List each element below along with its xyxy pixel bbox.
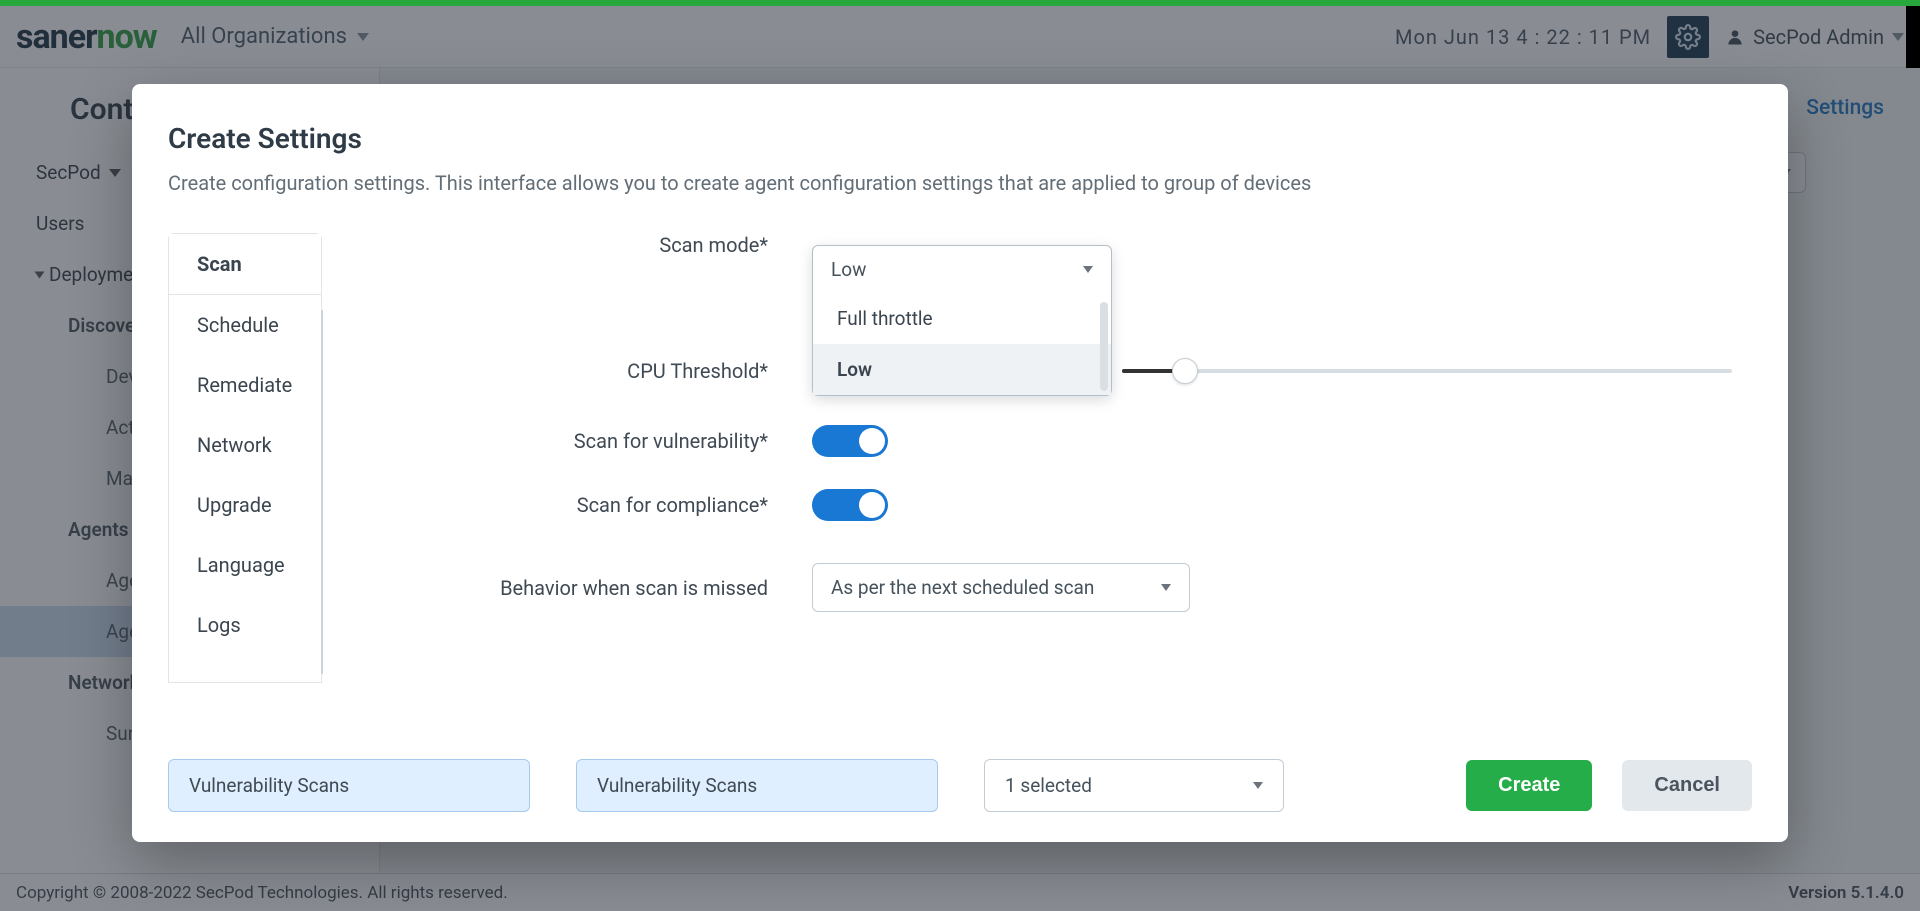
cancel-button[interactable]: Cancel xyxy=(1622,760,1752,811)
settings-name-input-2[interactable]: Vulnerability Scans xyxy=(576,759,938,812)
toggle-knob xyxy=(859,492,885,518)
scan-vuln-label: Scan for vulnerability* xyxy=(392,429,812,453)
dropdown-scrollbar[interactable] xyxy=(1100,302,1108,391)
chevron-down-icon xyxy=(1161,584,1171,591)
group-select[interactable]: 1 selected xyxy=(984,759,1284,812)
right-edge-strip xyxy=(1906,6,1920,68)
toggle-knob xyxy=(859,428,885,454)
slider-thumb[interactable] xyxy=(1172,358,1198,384)
behavior-label: Behavior when scan is missed xyxy=(392,576,812,600)
cpu-threshold-slider[interactable] xyxy=(1122,369,1732,373)
group-select-value: 1 selected xyxy=(1005,774,1092,797)
scan-mode-selected: Low xyxy=(831,258,866,281)
scan-vuln-toggle[interactable] xyxy=(812,425,888,457)
modal-footer: Vulnerability Scans Vulnerability Scans … xyxy=(168,759,1752,812)
scan-mode-label: Scan mode* xyxy=(392,233,812,257)
modal-tab-divider xyxy=(321,310,323,674)
modal-tab-list: Scan Schedule Remediate Network Upgrade … xyxy=(168,233,322,683)
create-button[interactable]: Create xyxy=(1466,760,1592,811)
create-settings-modal: Create Settings Create configuration set… xyxy=(132,84,1788,842)
modal-tab-upgrade[interactable]: Upgrade xyxy=(169,475,321,535)
modal-tab-schedule[interactable]: Schedule xyxy=(169,295,321,355)
scan-comp-toggle[interactable] xyxy=(812,489,888,521)
scan-mode-option-low[interactable]: Low xyxy=(813,344,1111,395)
scan-comp-label: Scan for compliance* xyxy=(392,493,812,517)
cpu-threshold-label: CPU Threshold* xyxy=(392,359,812,383)
chevron-down-icon xyxy=(1083,266,1093,273)
scan-mode-option-full[interactable]: Full throttle xyxy=(813,293,1111,344)
modal-tab-network[interactable]: Network xyxy=(169,415,321,475)
modal-tab-language[interactable]: Language xyxy=(169,535,321,595)
modal-overlay: Create Settings Create configuration set… xyxy=(0,6,1920,911)
modal-form: Scan mode* Low Full throttle Low xyxy=(322,233,1752,731)
settings-name-input-1[interactable]: Vulnerability Scans xyxy=(168,759,530,812)
modal-tab-remediate[interactable]: Remediate xyxy=(169,355,321,415)
modal-tab-logs[interactable]: Logs xyxy=(169,595,321,655)
scan-mode-dropdown-open[interactable]: Low Full throttle Low xyxy=(812,245,1112,396)
modal-description: Create configuration settings. This inte… xyxy=(168,171,1752,195)
chevron-down-icon xyxy=(1253,782,1263,789)
modal-tab-scan[interactable]: Scan xyxy=(169,234,321,295)
modal-title: Create Settings xyxy=(168,122,1752,155)
behavior-select[interactable]: As per the next scheduled scan xyxy=(812,563,1190,612)
behavior-value: As per the next scheduled scan xyxy=(831,576,1094,599)
